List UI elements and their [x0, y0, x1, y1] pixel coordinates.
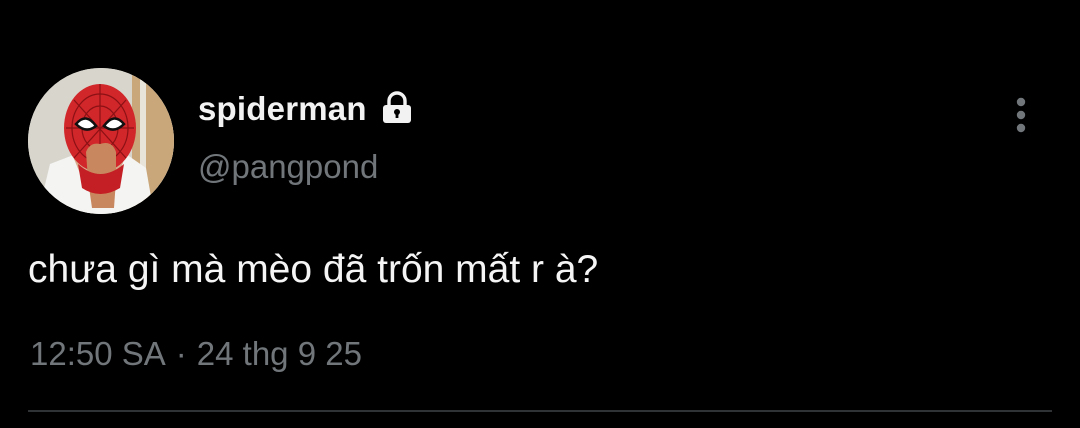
tweet-timestamp[interactable]: 12:50 SA · 24 thg 9 25 — [30, 335, 362, 373]
more-button[interactable] — [1006, 96, 1036, 136]
tweet-time: 12:50 SA — [30, 335, 166, 372]
display-name[interactable]: spiderman — [198, 90, 367, 128]
lock-icon — [379, 91, 415, 127]
divider — [28, 410, 1052, 412]
tweet-date: 24 thg 9 25 — [196, 335, 362, 372]
tweet: spiderman @pangpond chưa gì mà mèo đã tr… — [0, 0, 1080, 428]
avatar[interactable] — [28, 68, 174, 214]
more-vertical-icon — [1016, 97, 1026, 133]
meta-separator: · — [175, 335, 187, 372]
user-handle[interactable]: @pangpond — [198, 148, 378, 186]
avatar-image — [28, 68, 174, 214]
user-header: spiderman — [198, 86, 415, 132]
tweet-text: chưa gì mà mèo đã trốn mất r à? — [28, 248, 599, 291]
